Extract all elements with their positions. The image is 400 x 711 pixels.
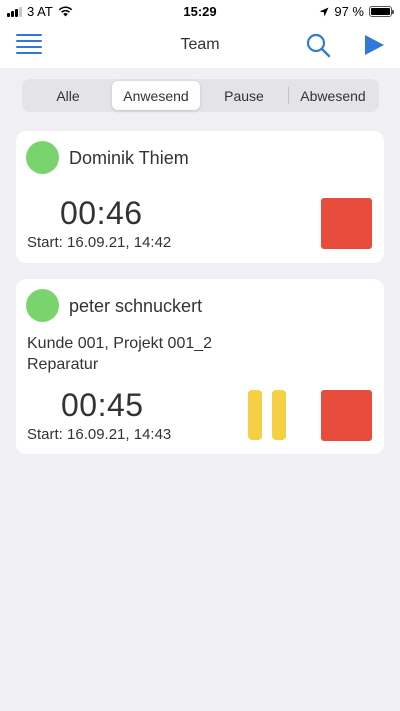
pause-button[interactable] [248,390,286,440]
employee-card[interactable]: Dominik Thiem 00:46 Start: 16.09.21, 14:… [16,131,384,263]
status-indicator [26,141,59,174]
activity-label: Reparatur [27,356,99,373]
tab-anwesend[interactable]: Anwesend [112,81,200,110]
status-indicator [26,289,59,322]
status-bar: 3 AT 15:29 97 % [0,0,400,22]
search-icon[interactable] [305,32,331,58]
project-label: Kunde 001, Projekt 001_2 [27,335,213,352]
stop-button[interactable] [321,390,372,441]
battery-icon [369,6,394,17]
battery-percent: 97 % [334,4,364,19]
tab-alle[interactable]: Alle [24,81,112,110]
play-icon[interactable] [363,34,385,56]
employee-name: peter schnuckert [69,296,203,316]
tab-abwesend[interactable]: Abwesend [289,81,377,110]
status-right: 97 % [319,4,394,19]
tab-pause[interactable]: Pause [200,81,288,110]
location-arrow-icon [319,7,329,16]
elapsed-timer: 00:45 [61,387,144,423]
employee-card[interactable]: peter schnuckert Kunde 001, Projekt 001_… [16,279,384,454]
page-title: Team [180,36,220,53]
stop-button[interactable] [321,198,372,249]
start-time: Start: 16.09.21, 14:42 [27,234,172,251]
start-time: Start: 16.09.21, 14:43 [27,426,172,443]
elapsed-timer: 00:46 [60,195,143,231]
filter-tabs: Alle Anwesend Pause Abwesend [22,79,379,112]
employee-name: Dominik Thiem [69,148,189,168]
nav-bar: Team [0,22,400,68]
